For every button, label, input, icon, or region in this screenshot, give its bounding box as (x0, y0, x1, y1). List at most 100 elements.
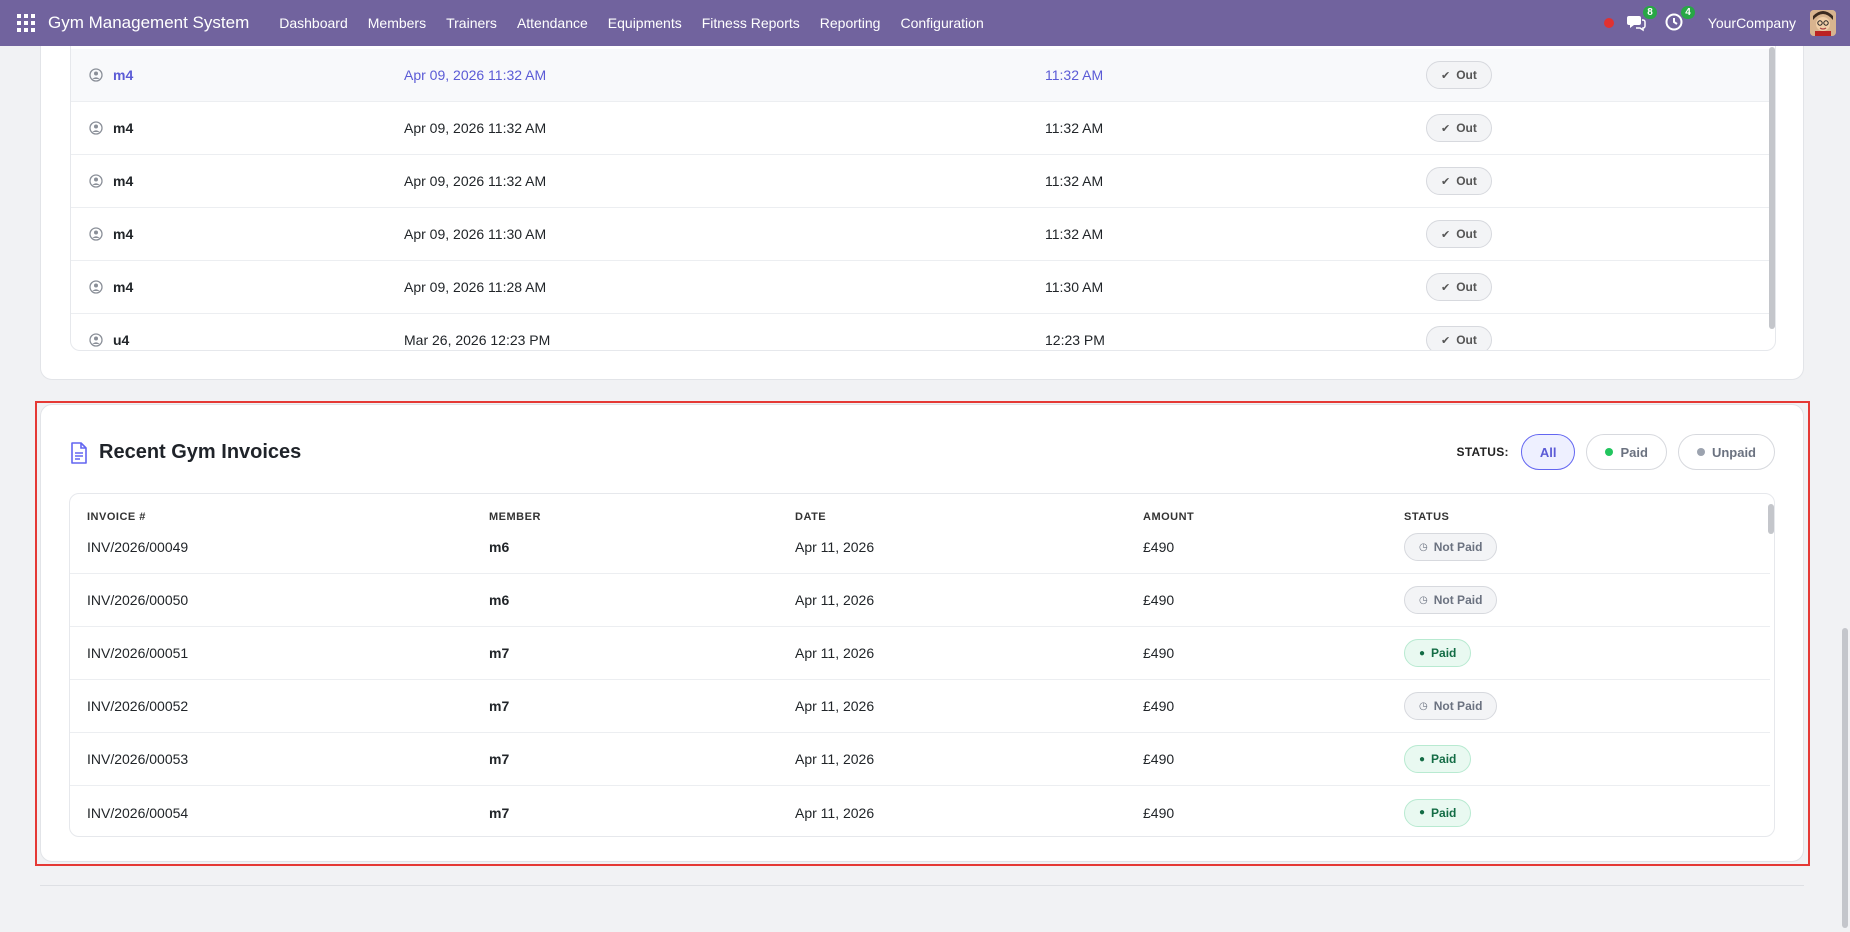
invoice-date: Apr 11, 2026 (795, 645, 875, 661)
attendance-check-out: 11:30 AM (1045, 279, 1104, 295)
invoice-row[interactable]: INV/2026/00054 m7 Apr 11, 2026 £490 ● Pai… (70, 786, 1770, 836)
menu-item-dashboard[interactable]: Dashboard (269, 15, 358, 31)
invoice-member: m7 (489, 804, 510, 821)
attendance-row[interactable]: m4 Apr 09, 2026 11:30 AM 11:32 AM ✔ Out (71, 208, 1771, 261)
menu-item-members[interactable]: Members (358, 15, 436, 31)
filter-paid-button[interactable]: Paid (1586, 434, 1667, 470)
status-badge: ✔ Out (1426, 220, 1492, 248)
menu-item-reporting[interactable]: Reporting (810, 15, 891, 31)
filter-unpaid-button[interactable]: Unpaid (1677, 434, 1775, 470)
document-icon (71, 441, 87, 464)
attendance-card: m4 Apr 09, 2026 11:32 AM 11:32 AM ✔ Out m… (40, 20, 1804, 380)
attendance-check-in: Apr 09, 2026 11:32 AM (404, 67, 547, 83)
invoice-amount: £490 (1143, 592, 1175, 608)
status-badge: ◷ Not Paid (1404, 692, 1498, 720)
attendance-check-in: Mar 26, 2026 12:23 PM (404, 332, 551, 348)
attendance-member[interactable]: m4 (113, 279, 133, 295)
attendance-row[interactable]: m4 Apr 09, 2026 11:28 AM 11:30 AM ✔ Out (71, 261, 1771, 314)
user-circle-icon (89, 121, 103, 135)
status-badge: ● Paid (1404, 745, 1472, 773)
attendance-member-cell: m4 (89, 173, 133, 189)
gray-dot-icon (1696, 448, 1705, 456)
status-dot-icon[interactable] (1603, 18, 1614, 28)
status-badge: ● Paid (1404, 798, 1472, 827)
recent-invoices-card: Recent Gym Invoices STATUS: All Paid Unp… (40, 404, 1804, 862)
invoice-row[interactable]: INV/2026/00049 m6 Apr 11, 2026 £490 ◷ Not… (70, 521, 1770, 574)
invoice-amount: £490 (1143, 804, 1175, 821)
messages-count-badge: 8 (1643, 6, 1657, 19)
apps-grid-icon[interactable] (17, 14, 35, 32)
check-icon: ✔ (1441, 228, 1451, 241)
status-badge: ✔ Out (1426, 114, 1492, 142)
page-scrollbar-thumb[interactable] (1842, 628, 1848, 928)
status-badge-label: Out (1456, 227, 1477, 241)
status-badge-label: Not Paid (1433, 540, 1483, 554)
status-badge: ✔ Out (1426, 326, 1492, 350)
attendance-member[interactable]: m4 (113, 226, 133, 242)
status-filter-label: STATUS: (1456, 445, 1509, 459)
attendance-check-in: Apr 09, 2026 11:28 AM (404, 279, 547, 295)
menu-item-attendance[interactable]: Attendance (507, 15, 598, 31)
activities-button[interactable]: 4 (1664, 6, 1695, 34)
menu-item-configuration[interactable]: Configuration (890, 15, 993, 31)
check-circle-icon: ● (1419, 647, 1426, 659)
invoice-row[interactable]: INV/2026/00052 m7 Apr 11, 2026 £490 ◷ Not… (70, 680, 1770, 733)
clock-icon: ◷ (1419, 594, 1428, 606)
attendance-row[interactable]: m4 Apr 09, 2026 11:32 AM 11:32 AM ✔ Out (71, 102, 1771, 155)
check-icon: ✔ (1441, 334, 1451, 347)
invoices-title: Recent Gym Invoices (99, 441, 302, 463)
attendance-member[interactable]: m4 (113, 67, 133, 83)
attendance-member-cell: m4 (89, 279, 133, 295)
invoice-row[interactable]: INV/2026/00050 m6 Apr 11, 2026 £490 ◷ Not… (70, 574, 1770, 627)
invoice-number: INV/2026/00052 (87, 698, 189, 714)
clock-icon: ◷ (1419, 541, 1428, 553)
invoice-date: Apr 11, 2026 (795, 751, 875, 767)
attendance-row[interactable]: m4 Apr 09, 2026 11:32 AM 11:32 AM ✔ Out (71, 155, 1771, 208)
user-avatar[interactable] (1810, 10, 1836, 36)
attendance-member[interactable]: m4 (113, 120, 133, 136)
user-circle-icon (89, 333, 103, 347)
status-badge-label: Out (1456, 280, 1477, 294)
filter-all-button[interactable]: All (1520, 434, 1576, 470)
menu-item-equipments[interactable]: Equipments (598, 15, 692, 31)
main-menu: Dashboard Members Trainers Attendance Eq… (269, 15, 994, 31)
invoice-number: INV/2026/00051 (87, 645, 189, 661)
check-icon: ✔ (1441, 122, 1451, 135)
invoice-number: INV/2026/00050 (87, 592, 189, 608)
top-navbar: Gym Management System Dashboard Members … (0, 0, 1850, 46)
invoice-amount: £490 (1143, 698, 1175, 714)
status-badge: ● Paid (1404, 639, 1472, 667)
filter-all-label: All (1539, 444, 1557, 460)
menu-item-trainers[interactable]: Trainers (436, 15, 507, 31)
filter-paid-label: Paid (1620, 444, 1648, 460)
company-switcher[interactable]: YourCompany (1708, 15, 1796, 31)
status-filter: STATUS: All Paid Unpaid (1457, 434, 1775, 470)
user-circle-icon (89, 174, 103, 188)
status-badge: ✔ Out (1426, 167, 1492, 195)
invoice-member: m7 (489, 698, 510, 714)
menu-item-fitness-reports[interactable]: Fitness Reports (692, 15, 810, 31)
invoice-member: m6 (489, 592, 510, 608)
navbar-systray: 8 4 YourCompany (1603, 0, 1850, 46)
attendance-member[interactable]: u4 (113, 332, 129, 348)
invoice-member: m6 (489, 539, 510, 555)
messages-button[interactable]: 8 (1626, 6, 1657, 34)
invoice-date: Apr 11, 2026 (795, 539, 875, 555)
page-scrollbar[interactable] (1840, 46, 1850, 932)
activities-count-badge: 4 (1681, 6, 1695, 19)
status-badge: ✔ Out (1426, 273, 1492, 301)
app-brand[interactable]: Gym Management System (48, 13, 249, 33)
attendance-member[interactable]: m4 (113, 173, 133, 189)
invoice-row[interactable]: INV/2026/00053 m7 Apr 11, 2026 £490 ● Pai… (70, 733, 1770, 786)
avatar-face-icon (1810, 10, 1836, 36)
attendance-scrollbar[interactable] (1769, 47, 1775, 329)
invoices-scrollbar[interactable] (1768, 504, 1774, 534)
status-badge-label: Paid (1431, 646, 1457, 660)
invoice-row[interactable]: INV/2026/00051 m7 Apr 11, 2026 £490 ● Pai… (70, 627, 1770, 680)
attendance-row[interactable]: u4 Mar 26, 2026 12:23 PM 12:23 PM ✔ Out (71, 314, 1771, 350)
check-icon: ✔ (1441, 281, 1451, 294)
status-badge-label: Not Paid (1433, 593, 1483, 607)
invoices-table: INVOICE # MEMBER DATE AMOUNT STATUS INV/… (69, 493, 1775, 837)
attendance-row[interactable]: m4 Apr 09, 2026 11:32 AM 11:32 AM ✔ Out (71, 49, 1771, 102)
status-badge-label: Out (1456, 174, 1477, 188)
